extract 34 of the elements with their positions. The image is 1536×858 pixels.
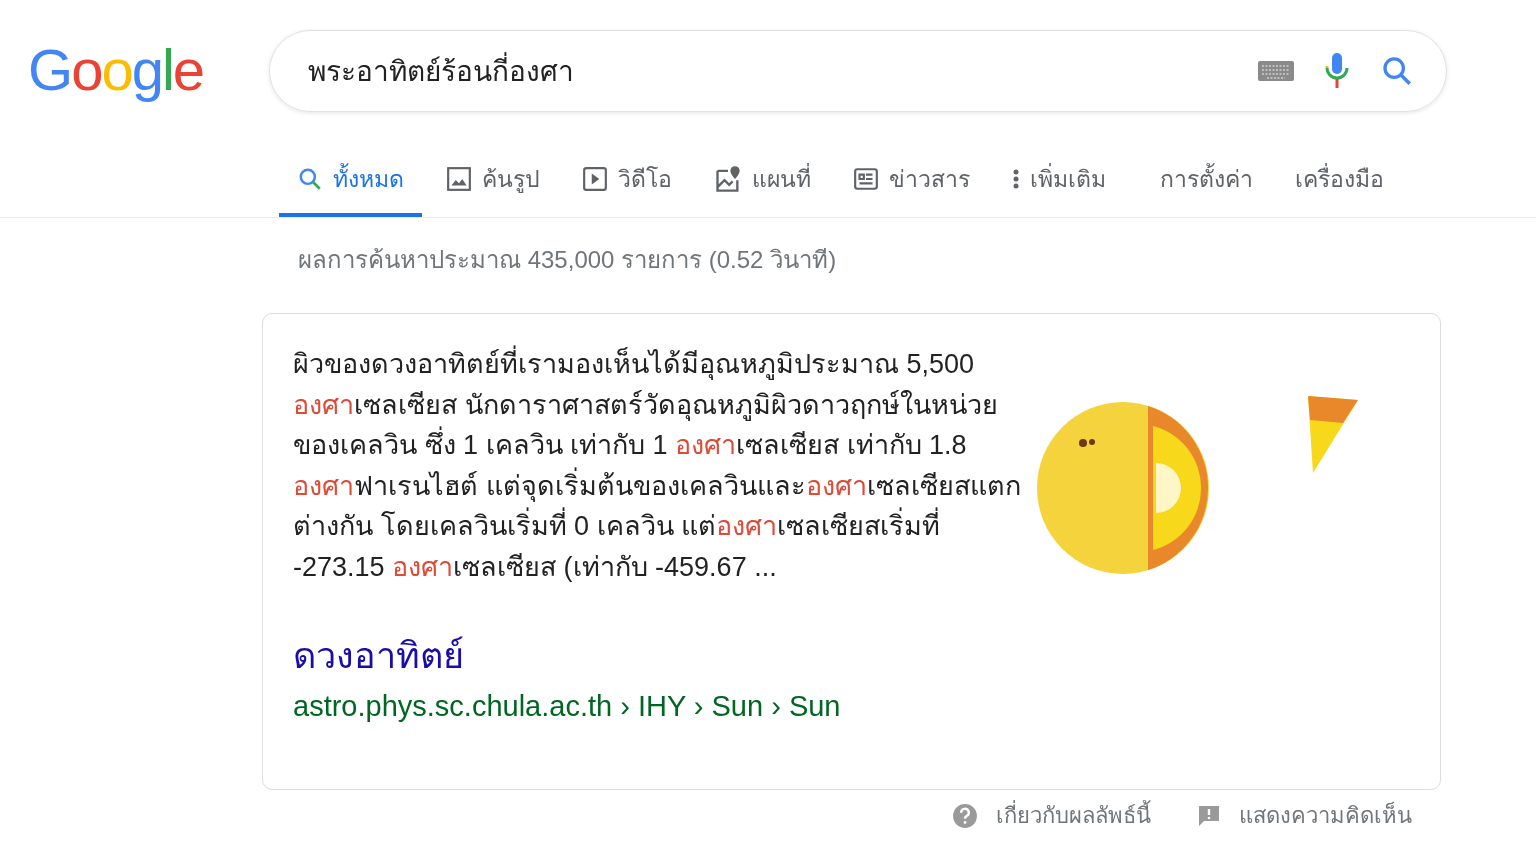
search-tab[interactable]: แผนที่: [696, 153, 829, 217]
footer-link-label: เกี่ยวกับผลลัพธ์นี้: [996, 798, 1151, 833]
footer-link[interactable]: เกี่ยวกับผลลัพธ์นี้: [952, 798, 1151, 833]
search-tab[interactable]: ข่าวสาร: [835, 153, 988, 217]
result-url: astro.phys.sc.chula.ac.th › IHY › Sun › Sun: [293, 690, 842, 723]
microphone-icon[interactable]: [1324, 52, 1351, 90]
more-icon: [1012, 167, 1020, 191]
tab-label: ข่าวสาร: [889, 165, 970, 194]
tab-label: การตั้งค่า: [1160, 161, 1253, 197]
image-icon: [446, 166, 472, 192]
result-title-link[interactable]: ดวงอาทิตย์: [293, 627, 464, 684]
keyboard-icon[interactable]: [1258, 61, 1295, 81]
snippet-text: ผิวของดวงอาทิตย์ที่เรามองเห็นได้มีอุณหภูมิประมาณ 5,500 องศาเซลเซียส นักดาราศาสตร์วัดอุณหภูมิผิวดาวฤกษ์ในหน่วยของเคลวิน ซึ่ง 1 เคลวิน เท่ากับ 1 องศาเซลเซียส เท่ากับ 1.8 องศาฟาเรนไฮต์ แต่จุดเริ่มต้นของเคลวินและองศาเซลเซียสแตกต่างกัน โดยเคลวินเริ่มที่ 0 เคลวิน แต่องศาเซลเซียสเริ่มที่ -273.15 องศาเซลเซียส (เท่ากับ -459.67 ...: [293, 344, 1028, 587]
feedback-icon: [1197, 803, 1221, 828]
search-tab[interactable]: การตั้งค่า: [1142, 153, 1271, 217]
footer-link[interactable]: แสดงความคิดเห็น: [1197, 798, 1412, 833]
tab-label: เพิ่มเติม: [1030, 161, 1106, 197]
tab-label: ค้นรูป: [482, 165, 540, 195]
play-icon: [582, 166, 608, 192]
search-tab[interactable]: วิดีโอ: [564, 153, 690, 217]
tab-label: ทั้งหมด: [333, 161, 404, 197]
map-pin-icon: [714, 165, 742, 193]
search-tab[interactable]: ทั้งหมด: [279, 153, 422, 217]
help-icon: [952, 802, 978, 829]
newspaper-icon: [853, 166, 879, 192]
footer-link-label: แสดงความคิดเห็น: [1239, 800, 1412, 830]
search-tab[interactable]: เครื่องมือ: [1277, 153, 1402, 217]
tab-label: แผนที่: [752, 161, 811, 197]
search-icon: [297, 166, 323, 192]
tab-label: วิดีโอ: [618, 165, 672, 194]
tab-label: เครื่องมือ: [1295, 161, 1384, 197]
result-stats: ผลการค้นหาประมาณ 435,000 รายการ (0.52 วินาที): [297, 245, 838, 275]
search-tab[interactable]: เพิ่มเติม: [994, 153, 1124, 217]
search-tab[interactable]: ค้นรูป: [428, 153, 558, 217]
